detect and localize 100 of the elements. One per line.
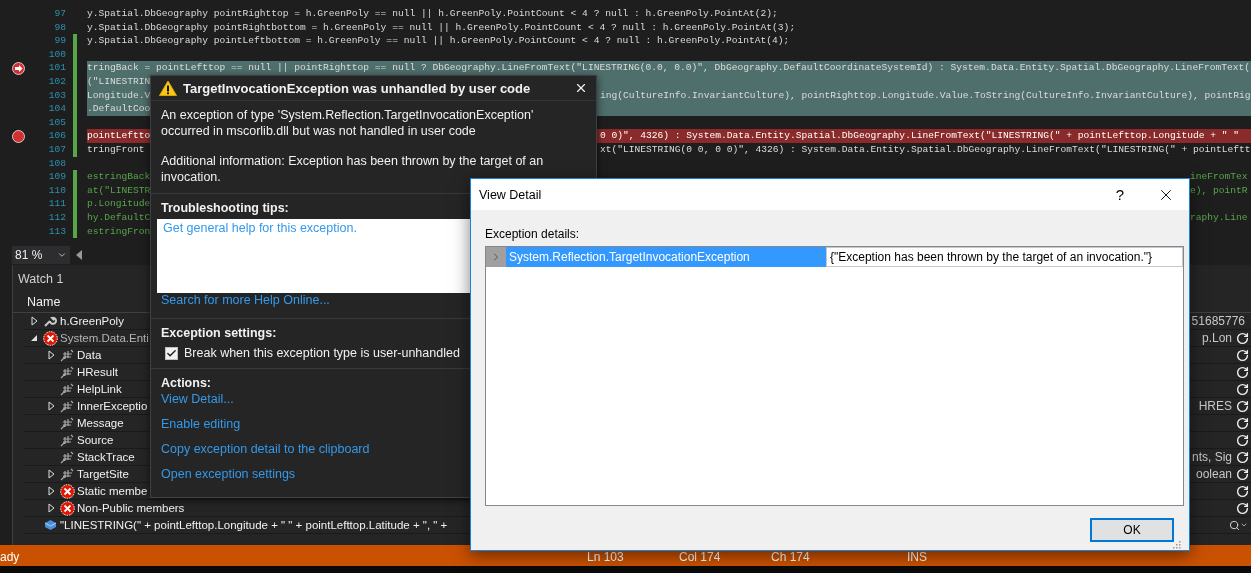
code-text: ineFromTex [1190,170,1249,184]
watch-name: h.GreenPoly [59,315,124,327]
code-text: e), pointR [1190,183,1249,198]
line-number: 101 [47,61,66,75]
help-link[interactable]: Get general help for this exception. [163,221,357,235]
error-icon [42,330,58,346]
help-button[interactable]: ? [1097,179,1143,210]
property-icon [60,467,74,481]
exception-message: An exception of type 'System.Reflection.TargetInvocationException' occurred in mscorlib.dll but was not handled in user code [160,107,535,139]
property-icon [60,433,74,447]
status-text: ady [0,550,21,564]
caret-icon [57,250,67,260]
watch-name: Non-Public members [76,502,185,514]
search-icon[interactable] [1228,519,1240,531]
code-text: ("LINESTRIN [87,74,152,89]
refresh-icon[interactable] [1235,331,1249,345]
refresh-icon[interactable] [1235,484,1249,498]
watch-name: Source [76,434,114,446]
property-icon [60,382,74,396]
refresh-icon[interactable] [1235,416,1249,430]
line-number: 106 [47,129,66,143]
line-number: 105 [47,115,66,130]
property-icon [60,416,74,430]
checkbox[interactable] [165,346,178,360]
refresh-icon[interactable] [1235,467,1249,481]
line-number: 104 [47,102,66,116]
action-link[interactable]: View Detail... [161,392,234,406]
ok-button[interactable]: OK [1090,518,1174,542]
error-icon [59,483,75,499]
dialog-title: View Detail [479,187,543,202]
code-text: y.Spatial.DbGeography pointRightbottom = h.GreenPoly == null || h.GreenPoly.PointCount < 4 ? null : h.GreenPoly.PointAt(3); [87,20,797,35]
watch-name: Static membe [76,485,148,497]
section-heading: Troubleshooting tips: [160,200,290,217]
line-number: 103 [47,88,66,103]
code-text: .DefaultCoo [87,102,152,116]
collapsed-arrow-icon[interactable] [47,401,55,411]
code-text: p.Longitude [87,197,152,211]
code-text: Longitude.V [87,88,152,103]
error-icon [59,500,75,516]
line-number: 98 [53,20,66,35]
resize-grip-icon[interactable] [1173,541,1181,549]
watch-name: StackTrace [76,451,135,463]
refresh-icon[interactable] [1235,365,1249,379]
zoom-dropdown[interactable]: 81 % [12,246,70,264]
exception-value: {"Exception has been thrown by the target of an invocation."} [826,247,1183,267]
status-text: Ln 103 [587,550,625,564]
refresh-icon[interactable] [1235,382,1249,396]
watch-name: Data [76,349,102,361]
scroll-left-icon[interactable] [76,250,82,260]
code-text: tringFront [87,142,146,157]
watch-value: HRES [1198,399,1233,413]
refresh-icon[interactable] [1235,433,1249,447]
refresh-icon[interactable] [1235,399,1249,413]
collapsed-arrow-icon[interactable] [47,350,55,360]
action-link[interactable]: Open exception settings [161,467,296,481]
watch-name: HelpLink [76,383,122,395]
status-text: Col 174 [679,550,722,564]
refresh-icon[interactable] [1235,348,1249,362]
help-online-link[interactable]: Search for more Help Online... [161,293,330,307]
wrench-icon [43,314,57,328]
watch-value: nts, Sig [1191,450,1233,464]
panel-title: Watch 1 [17,270,65,288]
line-number: 109 [47,170,66,184]
line-number: 110 [47,183,66,198]
section-heading: Actions: [160,375,212,392]
line-number: 99 [53,34,66,48]
watch-value: oolean [1195,467,1233,481]
code-text: raphy.Line [1190,210,1249,225]
caret-icon[interactable] [1239,521,1248,529]
collapsed-arrow-icon[interactable] [47,503,55,513]
expanded-arrow-icon[interactable] [30,334,38,342]
line-number: 112 [47,210,66,225]
refresh-icon[interactable] [1235,450,1249,464]
close-icon[interactable] [574,81,588,95]
action-link[interactable]: Enable editing [161,417,241,431]
code-text: pointLeftto [87,129,152,143]
code-text: ing(CultureInfo.InvariantCulture), pointRighttop.Longitude.Value.ToString(CultureInfo.InvariantCulture), pointRig [600,88,1251,103]
watch-name: InnerExceptio [76,400,148,412]
refresh-icon[interactable] [1235,501,1249,515]
watch-name: System.Data.Enti [59,332,149,344]
watch-value: p.Lon [1201,331,1233,345]
watch-value: 51685776 [1191,314,1246,328]
collapsed-arrow-icon[interactable] [30,316,38,326]
line-number: 113 [47,224,66,239]
section-heading: Exception settings: [160,325,278,342]
exception-type[interactable]: System.Reflection.TargetInvocationException [506,247,826,267]
watch-name: "LINESTRING(" + pointLefttop.Longitude + " " + pointLefttop.Latitude + ", " + [59,519,448,531]
code-text: estringFron [87,224,152,239]
check-icon [166,347,177,359]
code-text: hy.DefaultC [87,210,152,225]
checkbox-label: Break when this exception type is user-unhandled [184,346,460,360]
watch-name: TargetSite [76,468,129,480]
collapsed-arrow-icon[interactable] [47,469,55,479]
line-number: 102 [47,74,66,89]
column-header: Name [27,295,61,309]
collapsed-arrow-icon[interactable] [47,486,55,496]
action-link[interactable]: Copy exception detail to the clipboard [161,442,370,456]
line-number: 97 [53,7,66,21]
line-number: 100 [47,47,66,62]
code-text: at("LINESTR [87,183,152,198]
